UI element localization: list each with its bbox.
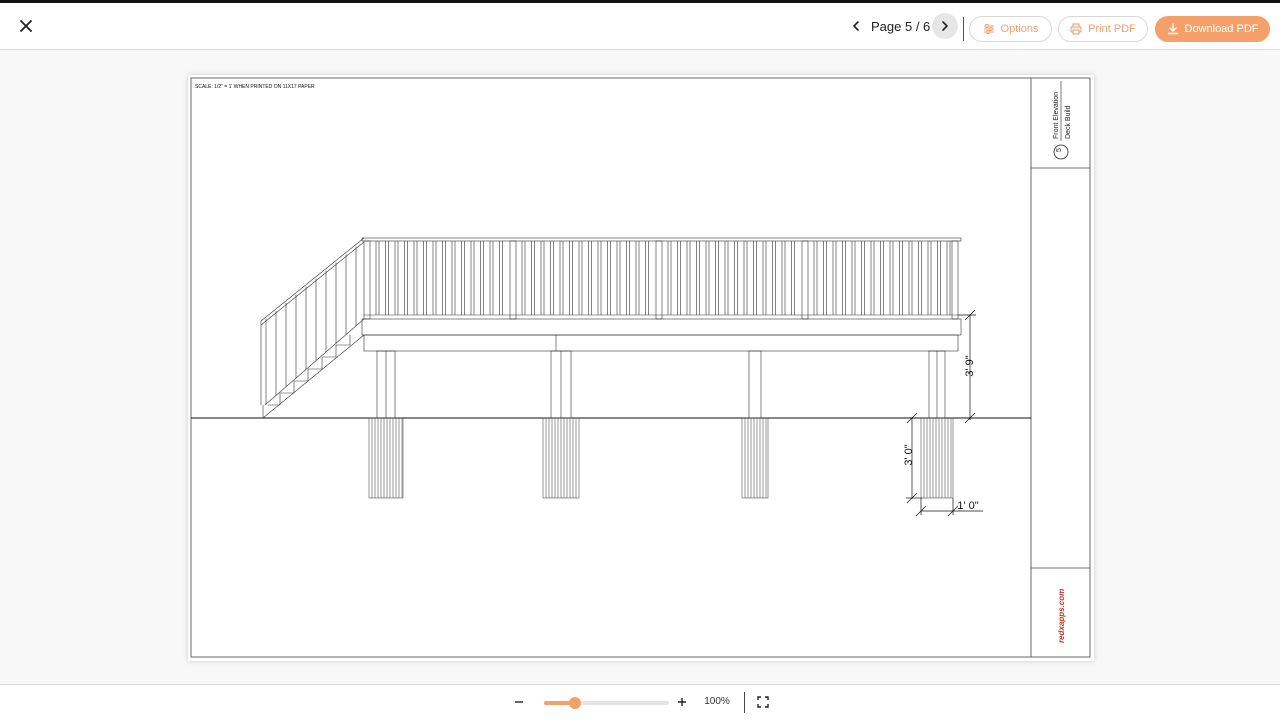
fullscreen-icon	[757, 696, 769, 708]
zoom-toolbar: 100%	[0, 684, 1280, 720]
download-label: Download PDF	[1184, 23, 1259, 35]
brand-logo: redxapps.com	[1057, 589, 1066, 643]
sliders-icon	[983, 24, 994, 34]
print-label: Print PDF	[1088, 23, 1136, 35]
print-pdf-button[interactable]: Print PDF	[1058, 16, 1148, 42]
bottom-divider	[744, 692, 745, 713]
footing-width-label: 1' 0"	[957, 500, 978, 512]
scale-note: SCALE: 1/2" = 1' WHEN PRINTED ON 11X17 P…	[195, 84, 315, 90]
stairs	[260, 237, 365, 419]
previous-page-button[interactable]	[843, 13, 869, 39]
footings	[368, 417, 954, 499]
zoom-slider-handle[interactable]	[569, 697, 582, 709]
page-indicator: Page 5 / 6	[871, 18, 931, 34]
options-button[interactable]: Options	[969, 16, 1052, 42]
minus-icon	[515, 701, 523, 703]
height-dimension-label: 3' 9"	[964, 355, 976, 376]
sheet-number: 5	[1056, 148, 1063, 152]
options-label: Options	[1000, 23, 1039, 35]
fullscreen-button[interactable]	[754, 693, 772, 711]
deck-structure	[361, 237, 962, 419]
plus-icon	[678, 698, 686, 706]
zoom-in-button[interactable]	[673, 693, 691, 711]
elevation-drawing: SCALE: 1/2" = 1' WHEN PRINTED ON 11X17 P…	[190, 77, 1091, 658]
printer-icon	[1070, 23, 1082, 35]
zoom-out-button[interactable]	[510, 693, 528, 711]
top-toolbar: Page 5 / 6 Options Print PDF Download PD…	[0, 0, 1280, 50]
close-button[interactable]	[14, 14, 38, 38]
footing-depth-label: 3' 0"	[903, 444, 915, 465]
zoom-slider[interactable]	[544, 697, 669, 709]
chevron-right-icon	[942, 21, 949, 31]
next-page-button[interactable]	[932, 13, 959, 39]
chevron-left-icon	[853, 21, 859, 31]
pdf-page: SCALE: 1/2" = 1' WHEN PRINTED ON 11X17 P…	[188, 75, 1094, 661]
project-title: Deck Build	[1065, 105, 1072, 139]
close-icon	[20, 20, 32, 32]
toolbar-divider	[963, 17, 964, 41]
download-icon	[1167, 23, 1178, 35]
sheet-title: Front Elevation	[1053, 92, 1060, 139]
page-navigator: Page 5 / 6	[843, 10, 959, 42]
download-pdf-button[interactable]: Download PDF	[1155, 16, 1270, 42]
zoom-level: 100%	[704, 696, 730, 707]
document-viewer: SCALE: 1/2" = 1' WHEN PRINTED ON 11X17 P…	[0, 50, 1280, 684]
